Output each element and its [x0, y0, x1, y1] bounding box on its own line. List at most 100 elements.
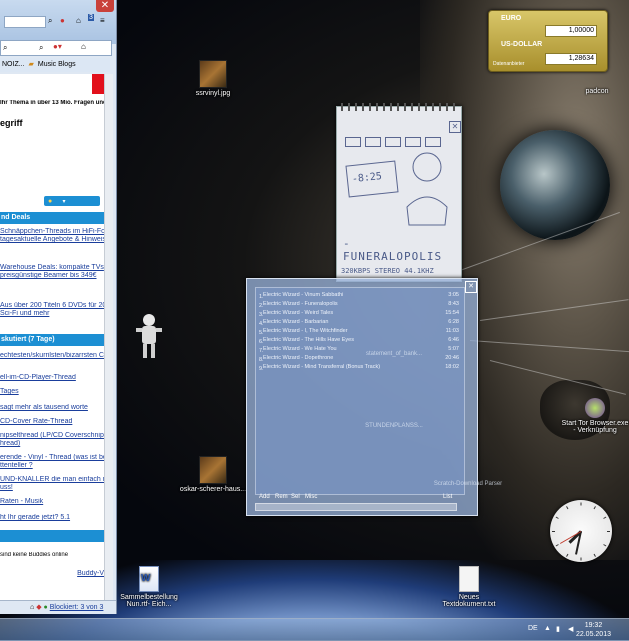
desktop-icon-sammelbestellung[interactable]: Sammelbestellung Nun.rtf- Eich... [114, 566, 184, 608]
playlist-gadget[interactable]: ✕ 1.Electric Wizard - Vinum Sabbathi 3:05… [246, 278, 502, 516]
shield-icon[interactable]: ◆ [36, 604, 41, 611]
check-icon[interactable]: ● [44, 604, 48, 611]
remove-button[interactable]: Rem [275, 494, 288, 500]
to-currency-label[interactable]: US-DOLLAR [501, 41, 542, 48]
buddy-link[interactable]: Buddy-V [0, 570, 104, 577]
track-time: 8:43 [448, 301, 459, 307]
home-icon[interactable]: ⌂ [76, 16, 81, 25]
clock-tick [555, 544, 559, 547]
chevron-down-icon: ▾ [62, 199, 66, 205]
select-button[interactable]: Sel [291, 494, 300, 500]
player-controls[interactable] [343, 135, 455, 147]
menu-icon[interactable]: ≡ [100, 16, 105, 25]
playlist-scrollbar[interactable] [255, 503, 457, 511]
network-icon[interactable]: ▮ [556, 625, 564, 633]
navigation-bar[interactable]: ⌕ ⌕ ●▾ ⌂ [0, 40, 112, 56]
page-content: Ihr Thema in über 13 Mio. Fragen und A e… [0, 74, 105, 600]
icon-label: Sammelbestellung Nun.rtf- Eich... [120, 594, 178, 608]
list-item[interactable]: echtesten/skurrilsten/bizarrsten Cov [0, 352, 104, 359]
bookmark-tab[interactable]: Music Blogs [36, 58, 78, 72]
list-item[interactable]: preisgünstige Beamer bis 349€ [0, 272, 104, 279]
section-header [0, 530, 105, 542]
list-item[interactable]: tagesaktuelle Angebote & Hinweis [0, 236, 104, 243]
desktop-icon-tor[interactable]: Start Tor Browser.exe - Verknüpfung [560, 398, 629, 434]
stop-icon[interactable] [405, 137, 421, 147]
desktop-icon-ssrvinyl[interactable]: ssrvinyl.jpg [178, 60, 248, 97]
from-currency-label[interactable]: EURO [501, 15, 521, 22]
flag-icon[interactable]: ▲ [544, 625, 552, 633]
browser-window[interactable]: ✕ ⌕ ● ⌂ 3 ≡ ⌕ ⌕ ●▾ ⌂ NOIZ... ▰ Music Blo… [0, 0, 117, 614]
close-icon[interactable]: ✕ [465, 281, 477, 293]
playlist-track[interactable]: 5.Electric Wizard - I, The Witchfinder 11… [259, 328, 459, 336]
clock-tick [566, 553, 569, 557]
system-clock[interactable]: 19:32 22.05.2013 [576, 621, 611, 639]
to-currency-value[interactable]: 1,28634 [545, 53, 597, 65]
list-item[interactable]: UND-KNALLER die man einfach ma [0, 476, 104, 483]
list-item[interactable]: Tages [0, 388, 104, 395]
desktop-icon-neues-textdokument[interactable]: Neues Textdokument.txt [434, 566, 504, 608]
clock-tick [566, 506, 569, 510]
list-item[interactable]: ht Ihr gerade jetzt? 5.1 [0, 514, 104, 521]
list-item[interactable]: hread) [0, 440, 104, 447]
bookmark-tab[interactable]: NOIZ... [0, 58, 27, 72]
prev-icon[interactable] [345, 137, 361, 147]
clock-tick [593, 506, 596, 510]
track-time: 20:46 [445, 355, 459, 361]
badge-icon[interactable]: 3 [88, 14, 94, 21]
list-item[interactable]: Sci-Fi und mehr [0, 310, 104, 317]
album-art-gadget[interactable]: ✕ -8:25 - FUNERALOPOLIS 320KBPS STEREO 4… [336, 103, 462, 282]
list-item[interactable]: Warehouse Deals: kompakte TVs [0, 264, 104, 271]
language-indicator[interactable]: DE [528, 625, 538, 632]
search-icon[interactable]: ⌕ [48, 16, 52, 26]
playlist-track[interactable]: 2.Electric Wizard - Funeralopolis 8:43 [259, 301, 459, 309]
home-icon[interactable]: ⌂ [0, 604, 34, 611]
play-icon[interactable] [365, 137, 381, 147]
playlist-track[interactable]: 6.Electric Wizard - The Hills Have Eyes 6… [259, 337, 459, 345]
desktop-icon-oskar[interactable]: oskar-scherer-haus... [178, 456, 248, 493]
folder-icon: ▰ [28, 61, 34, 68]
clock-tick [593, 553, 596, 557]
toolbar-buttons[interactable]: ● ▾ [44, 196, 100, 206]
misc-button[interactable]: Misc [305, 494, 317, 500]
playlist-track[interactable]: 1.Electric Wizard - Vinum Sabbathi 3:05 [259, 292, 459, 300]
list-button[interactable]: List [443, 494, 452, 500]
list-item[interactable]: nipselthread (LP/CD Coverschnipss [0, 432, 104, 439]
list-item[interactable]: Schnäppchen-Threads im HiFi-Fo [0, 228, 104, 235]
taskbar[interactable]: DE ▲ ▮ ◀ 19:32 22.05.2013 [0, 618, 629, 641]
track-list[interactable]: 1.Electric Wizard - Vinum Sabbathi 3:05 2.… [255, 287, 465, 495]
scrollbar[interactable] [104, 74, 113, 600]
add-button[interactable]: Add [259, 494, 270, 500]
close-icon[interactable]: ✕ [449, 121, 461, 133]
next-icon[interactable] [425, 137, 441, 147]
browser-toolbar: ✕ ⌕ ● ⌂ 3 ≡ [0, 0, 116, 44]
address-bar[interactable] [4, 16, 46, 28]
playlist-track[interactable]: 3.Electric Wizard - Weird Tales 15:54 [259, 310, 459, 318]
blocked-status[interactable]: Blockiert: 3 von 3 [50, 604, 104, 611]
list-item[interactable]: Raten - Musik [0, 498, 104, 505]
close-button[interactable]: ✕ [96, 0, 114, 12]
list-item[interactable]: ttenteller ? [0, 462, 104, 469]
currency-converter-gadget[interactable]: EURO 1,00000 US-DOLLAR 1,28634 Datenanbi… [488, 10, 608, 72]
pause-icon[interactable] [385, 137, 401, 147]
list-item[interactable]: erende - Vinyl - Thread (was ist bei [0, 454, 104, 461]
playlist-track[interactable]: 9.Electric Wizard - Mind Transferral (Bo… [259, 364, 459, 372]
page-title: egriff [0, 118, 23, 128]
from-currency-value[interactable]: 1,00000 [545, 25, 597, 37]
list-item[interactable]: uss! [0, 484, 104, 491]
icon-label: oskar-scherer-haus... [179, 486, 247, 493]
search-icon[interactable]: ⌕ [39, 43, 43, 53]
list-item[interactable]: CD-Cover Rate-Thread [0, 418, 104, 425]
list-item[interactable]: Aus über 200 Titeln 6 DVDs für 20 [0, 302, 104, 309]
addon-icon[interactable]: ●▾ [53, 42, 62, 51]
home-icon[interactable]: ⌂ [81, 42, 86, 51]
clock-tick [580, 557, 582, 561]
clock-gadget[interactable] [550, 500, 612, 562]
list-item[interactable]: ell-im-CD-Player-Thread [0, 374, 104, 381]
track-name: Electric Wizard - Vinum Sabbathi [263, 292, 344, 298]
clock-time: 19:32 [584, 622, 603, 629]
list-item[interactable]: sagt mehr als tausend worte [0, 404, 104, 411]
playlist-track[interactable]: 4.Electric Wizard - Barbarian 6:28 [259, 319, 459, 327]
volume-icon[interactable]: ◀ [568, 625, 576, 633]
track-time: 11:03 [445, 328, 459, 334]
addon-icon[interactable]: ● [60, 16, 65, 25]
